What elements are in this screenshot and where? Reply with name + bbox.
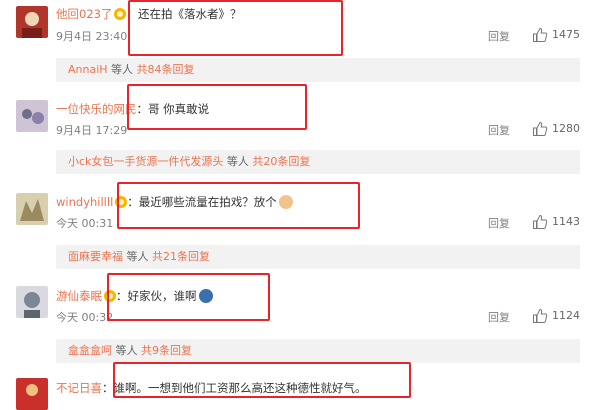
comment-colon: ： xyxy=(116,289,128,303)
comment-text: 哥 你真敢说 xyxy=(148,102,210,116)
sub-reply-bar[interactable]: 面麻要幸福 等人 共21条回复 xyxy=(56,245,580,269)
comment-text: 好家伙，谁啊 xyxy=(127,289,197,303)
reply-button[interactable]: 回复 xyxy=(488,28,510,44)
thumbs-up-icon[interactable] xyxy=(532,27,548,43)
vip-badge-icon xyxy=(114,8,127,20)
sub-reply-middle: 等人 xyxy=(226,155,249,168)
like-count: 1475 xyxy=(552,28,580,41)
thumbs-up-icon[interactable] xyxy=(532,121,548,137)
comment-colon: ： xyxy=(136,102,149,116)
avatar[interactable] xyxy=(16,100,48,132)
like-count: 1124 xyxy=(552,309,580,322)
sub-reply-user[interactable]: 面麻要幸福 xyxy=(68,250,123,263)
sub-reply-middle: 等人 xyxy=(126,250,149,263)
comment-line: windyhillll ：最近哪些流量在拍戏？放个 xyxy=(56,194,293,210)
reply-button[interactable]: 回复 xyxy=(488,215,510,231)
avatar[interactable] xyxy=(16,286,48,318)
comment-text: 谁啊。一想到他们工资那么高还这种德性就好气。 xyxy=(113,381,367,395)
comment-colon: ： xyxy=(126,7,138,21)
avatar[interactable] xyxy=(16,378,48,410)
sub-reply-count-link[interactable]: 共21条回复 xyxy=(152,250,210,263)
sub-reply-count-link[interactable]: 共20条回复 xyxy=(252,155,310,168)
sub-reply-middle: 等人 xyxy=(111,63,134,76)
thumbs-up-icon[interactable] xyxy=(532,308,548,324)
thumbs-up-icon[interactable] xyxy=(532,214,548,230)
sub-reply-user[interactable]: 小ck女包一手货源一件代发源头 xyxy=(68,155,223,168)
comment-time: 9月4日 23:40 xyxy=(56,30,128,43)
comment-username[interactable]: 不记日喜 xyxy=(56,381,102,395)
comment-colon: ： xyxy=(102,381,114,395)
comment-text: 还在拍《落水者》？ xyxy=(137,7,242,21)
avatar[interactable] xyxy=(16,193,48,225)
sub-reply-user[interactable]: AnnaiH xyxy=(68,63,108,76)
avatar[interactable] xyxy=(16,6,48,38)
sub-reply-bar[interactable]: AnnaiH 等人 共84条回复 xyxy=(56,58,580,82)
comment-line: 不记日喜：谁啊。一想到他们工资那么高还这种德性就好气。 xyxy=(56,380,367,396)
like-count: 1143 xyxy=(552,215,580,228)
sub-reply-count-link[interactable]: 共84条回复 xyxy=(137,63,195,76)
sub-reply-middle: 等人 xyxy=(115,344,138,357)
vip-badge-icon xyxy=(104,290,116,302)
comment-username[interactable]: windyhillll xyxy=(56,195,113,209)
comment-time: 今天 00:32 xyxy=(56,311,114,324)
ear-emoji-icon xyxy=(278,195,293,209)
comment-username[interactable]: 一位快乐的网民 xyxy=(56,102,137,116)
comment-username[interactable]: 他回023了 xyxy=(56,7,112,21)
sub-reply-user[interactable]: 盒盒盒呵 xyxy=(68,344,112,357)
comment-line: 一位快乐的网民：哥 你真敢说 xyxy=(56,101,209,117)
reply-button[interactable]: 回复 xyxy=(488,122,510,138)
vip-badge-icon xyxy=(115,196,128,208)
comment-username[interactable]: 游仙泰眠 xyxy=(56,289,102,303)
face-emoji-icon xyxy=(198,289,213,303)
sub-reply-bar[interactable]: 盒盒盒呵 等人 共9条回复 xyxy=(56,339,580,363)
sub-reply-count-link[interactable]: 共9条回复 xyxy=(141,344,192,357)
comment-text: 最近哪些流量在拍戏？放个 xyxy=(138,195,277,209)
comment-time: 9月4日 17:29 xyxy=(56,124,128,137)
sub-reply-bar[interactable]: 小ck女包一手货源一件代发源头 等人 共20条回复 xyxy=(56,150,580,174)
comment-colon: ： xyxy=(127,195,139,209)
comment-line: 游仙泰眠 ：好家伙，谁啊 xyxy=(56,288,213,304)
comment-line: 他回023了 ：还在拍《落水者》？ xyxy=(56,6,241,22)
comment-time: 今天 00:31 xyxy=(56,217,114,230)
like-count: 1280 xyxy=(552,122,580,135)
reply-button[interactable]: 回复 xyxy=(488,309,510,325)
